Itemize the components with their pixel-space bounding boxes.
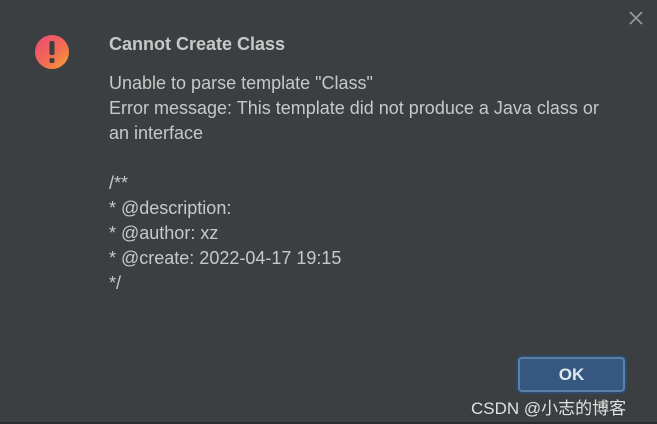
dialog-title: Cannot Create Class: [109, 34, 286, 54]
ok-button[interactable]: OK: [518, 357, 625, 392]
message-line: * @description:: [109, 198, 232, 218]
error-exclamation-icon: [34, 34, 70, 70]
watermark: CSDN @小志的博客: [471, 399, 627, 418]
dialog-message: Unable to parse template "Class" Error m…: [109, 71, 639, 296]
message-line: */: [109, 273, 122, 293]
error-dialog: Cannot Create Class Unable to parse temp…: [0, 0, 657, 424]
message-line: Error message: This template did not pro…: [109, 98, 599, 118]
message-line: * @create: 2022-04-17 19:15: [109, 248, 342, 268]
message-line: * @author: xz: [109, 223, 219, 243]
message-line: an interface: [109, 123, 204, 143]
close-icon[interactable]: [628, 10, 644, 26]
message-line: /**: [109, 173, 129, 193]
message-line: Unable to parse template "Class": [109, 73, 373, 93]
